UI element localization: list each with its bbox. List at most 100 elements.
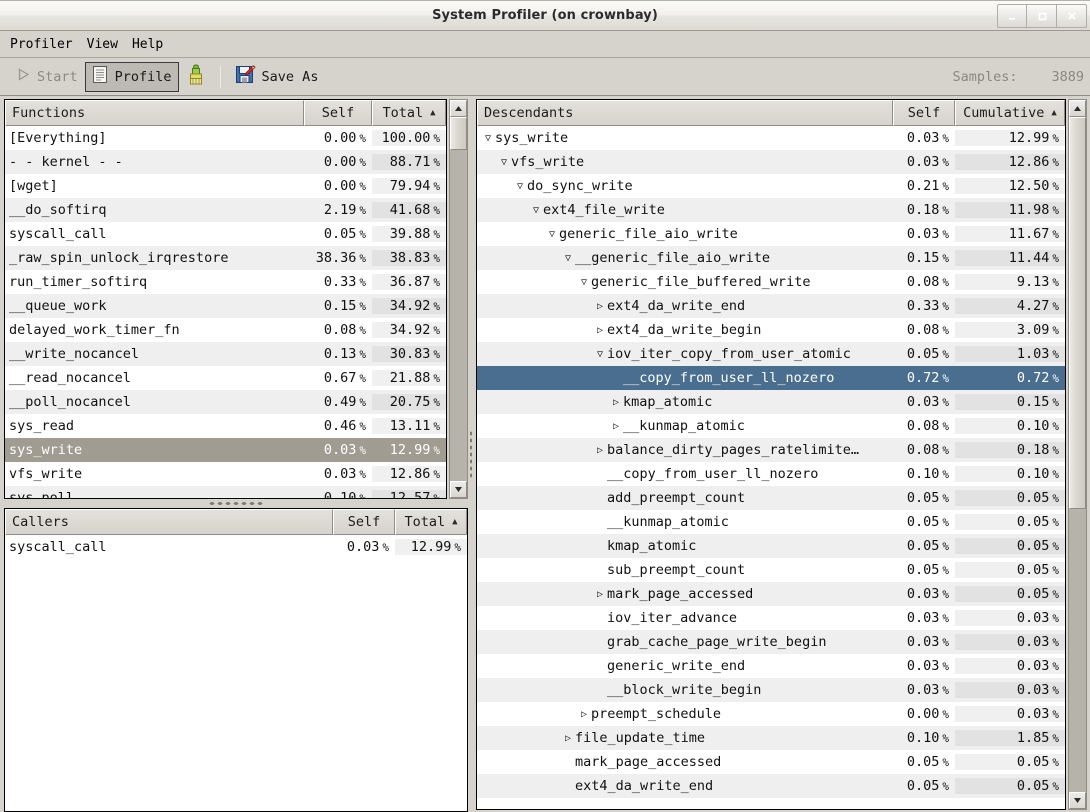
maximize-button[interactable]: [1027, 4, 1057, 28]
expand-triangle-down-icon[interactable]: ▽: [481, 133, 495, 144]
functions-rows[interactable]: [Everything]0.00%100.00%- - kernel - -0.…: [5, 126, 446, 498]
minimize-button[interactable]: [997, 4, 1027, 28]
descendants-scroll-track[interactable]: [1069, 117, 1086, 792]
table-row[interactable]: run_timer_softirq0.33%36.87%: [5, 270, 446, 294]
profile-button[interactable]: Profile: [85, 62, 179, 92]
table-row[interactable]: ▽iov_iter_copy_from_user_atomic0.05%1.03…: [477, 342, 1065, 366]
table-row[interactable]: [wget]0.00%79.94%: [5, 174, 446, 198]
table-row[interactable]: ▽generic_file_buffered_write0.08%9.13%: [477, 270, 1065, 294]
expand-triangle-down-icon[interactable]: ▽: [513, 181, 527, 192]
expand-triangle-right-icon[interactable]: ▷: [609, 421, 623, 432]
table-row[interactable]: __do_softirq2.19%41.68%: [5, 198, 446, 222]
table-row[interactable]: iov_iter_advance0.03%0.03%: [477, 606, 1065, 630]
table-row[interactable]: ▷mark_page_accessed0.03%0.05%: [477, 582, 1065, 606]
save-as-button[interactable]: Save As: [228, 62, 326, 92]
table-row[interactable]: __write_nocancel0.13%30.83%: [5, 342, 446, 366]
functions-col-name[interactable]: Functions: [5, 100, 304, 126]
table-row[interactable]: ▷__kunmap_atomic0.08%0.10%: [477, 414, 1065, 438]
callers-col-total[interactable]: Total ▲: [395, 509, 467, 535]
descendants-tree[interactable]: Descendants Self Cumulative ▲ ▽sys_write…: [476, 99, 1066, 810]
close-button[interactable]: [1057, 4, 1087, 28]
expand-triangle-down-icon[interactable]: ▽: [497, 157, 511, 168]
table-row[interactable]: __copy_from_user_ll_nozero0.72%0.72%: [477, 366, 1065, 390]
table-row[interactable]: ▷kmap_atomic0.03%0.15%: [477, 390, 1065, 414]
table-row[interactable]: ext4_da_write_end0.05%0.05%: [477, 774, 1065, 798]
scroll-up-arrow-icon[interactable]: [1069, 100, 1086, 117]
descendants-col-cumulative[interactable]: Cumulative ▲: [955, 100, 1065, 126]
expand-triangle-down-icon[interactable]: ▽: [545, 229, 559, 240]
table-row[interactable]: ▷balance_dirty_pages_ratelimite…0.08%0.1…: [477, 438, 1065, 462]
table-row[interactable]: ▽ext4_file_write0.18%11.98%: [477, 198, 1065, 222]
expand-triangle-right-icon[interactable]: ▷: [593, 301, 607, 312]
table-row[interactable]: grab_cache_page_write_begin0.03%0.03%: [477, 630, 1065, 654]
table-row[interactable]: sys_read0.46%13.11%: [5, 414, 446, 438]
table-row[interactable]: add_preempt_count0.05%0.05%: [477, 486, 1065, 510]
functions-tree[interactable]: Functions Self Total ▲ [Everything]0.00%…: [4, 99, 447, 499]
expand-triangle-down-icon[interactable]: ▽: [577, 277, 591, 288]
descendants-col-name[interactable]: Descendants: [477, 100, 893, 126]
expand-triangle-right-icon[interactable]: ▷: [593, 325, 607, 336]
descendants-col-self[interactable]: Self: [893, 100, 955, 126]
table-row[interactable]: __queue_work0.15%34.92%: [5, 294, 446, 318]
table-row[interactable]: ▽generic_file_aio_write0.03%11.67%: [477, 222, 1065, 246]
table-row[interactable]: kmap_atomic0.05%0.05%: [477, 534, 1065, 558]
functions-scroll-thumb[interactable]: [450, 117, 467, 150]
row-label: add_preempt_count: [607, 490, 745, 506]
menu-help[interactable]: Help: [132, 35, 172, 54]
table-row[interactable]: ▷ext4_da_write_end0.33%4.27%: [477, 294, 1065, 318]
table-row[interactable]: - - kernel - -0.00%88.71%: [5, 150, 446, 174]
table-row[interactable]: sub_preempt_count0.05%0.05%: [477, 558, 1065, 582]
menu-profiler[interactable]: Profiler: [10, 35, 82, 54]
callers-col-name[interactable]: Callers: [5, 509, 333, 535]
descendants-scrollbar[interactable]: [1068, 99, 1087, 810]
descendants-rows[interactable]: ▽sys_write0.03%12.99%▽vfs_write0.03%12.8…: [477, 126, 1065, 809]
functions-col-total[interactable]: Total ▲: [372, 100, 446, 126]
expand-triangle-right-icon[interactable]: ▷: [561, 733, 575, 744]
expand-triangle-down-icon[interactable]: ▽: [529, 205, 543, 216]
table-row[interactable]: vfs_write0.03%12.86%: [5, 462, 446, 486]
table-row[interactable]: syscall_call0.03%12.99%: [5, 535, 467, 559]
table-row[interactable]: ▽vfs_write0.03%12.86%: [477, 150, 1065, 174]
start-button[interactable]: Start: [9, 62, 85, 92]
table-row[interactable]: __block_write_begin0.03%0.03%: [477, 678, 1065, 702]
table-row[interactable]: ▷file_update_time0.10%1.85%: [477, 726, 1065, 750]
table-row[interactable]: __copy_from_user_ll_nozero0.10%0.10%: [477, 462, 1065, 486]
callers-col-self[interactable]: Self: [333, 509, 395, 535]
table-row[interactable]: __kunmap_atomic0.05%0.05%: [477, 510, 1065, 534]
table-row[interactable]: __poll_nocancel0.49%20.75%: [5, 390, 446, 414]
functions-col-self[interactable]: Self: [304, 100, 372, 126]
descendants-scroll-thumb[interactable]: [1069, 117, 1086, 509]
expand-triangle-right-icon[interactable]: ▷: [593, 445, 607, 456]
callers-tree[interactable]: Callers Self Total ▲ syscall_call0.03%12…: [4, 508, 468, 812]
functions-callers-splitter[interactable]: [4, 499, 468, 508]
scroll-down-arrow-icon[interactable]: [450, 481, 467, 498]
expand-triangle-down-icon[interactable]: ▽: [593, 349, 607, 360]
table-row[interactable]: ▽__generic_file_aio_write0.15%11.44%: [477, 246, 1065, 270]
table-row[interactable]: [Everything]0.00%100.00%: [5, 126, 446, 150]
functions-scroll-track[interactable]: [450, 117, 467, 481]
table-row[interactable]: _raw_spin_unlock_irqrestore38.36%38.83%: [5, 246, 446, 270]
expand-triangle-right-icon[interactable]: ▷: [593, 589, 607, 600]
expand-triangle-right-icon[interactable]: ▷: [577, 709, 591, 720]
clear-button[interactable]: [179, 62, 213, 92]
row-label: mark_page_accessed: [575, 754, 721, 770]
table-row[interactable]: ▽sys_write0.03%12.99%: [477, 126, 1065, 150]
table-row[interactable]: sys_write0.03%12.99%: [5, 438, 446, 462]
callers-rows[interactable]: syscall_call0.03%12.99%: [5, 535, 467, 811]
table-row[interactable]: generic_write_end0.03%0.03%: [477, 654, 1065, 678]
table-row[interactable]: ▷preempt_schedule0.00%0.03%: [477, 702, 1065, 726]
table-row[interactable]: mark_page_accessed0.05%0.05%: [477, 750, 1065, 774]
table-row[interactable]: sys_poll0.10%12.57%: [5, 486, 446, 498]
expand-triangle-right-icon[interactable]: ▷: [609, 397, 623, 408]
table-row[interactable]: __read_nocancel0.67%21.88%: [5, 366, 446, 390]
menu-view[interactable]: View: [87, 35, 127, 54]
table-row[interactable]: delayed_work_timer_fn0.08%34.92%: [5, 318, 446, 342]
expand-triangle-down-icon[interactable]: ▽: [561, 253, 575, 264]
scroll-down-arrow-icon[interactable]: [1069, 792, 1086, 809]
window-controls: [997, 4, 1087, 28]
scroll-up-arrow-icon[interactable]: [450, 100, 467, 117]
functions-scrollbar[interactable]: [449, 99, 468, 499]
table-row[interactable]: syscall_call0.05%39.88%: [5, 222, 446, 246]
table-row[interactable]: ▽do_sync_write0.21%12.50%: [477, 174, 1065, 198]
table-row[interactable]: ▷ext4_da_write_begin0.08%3.09%: [477, 318, 1065, 342]
